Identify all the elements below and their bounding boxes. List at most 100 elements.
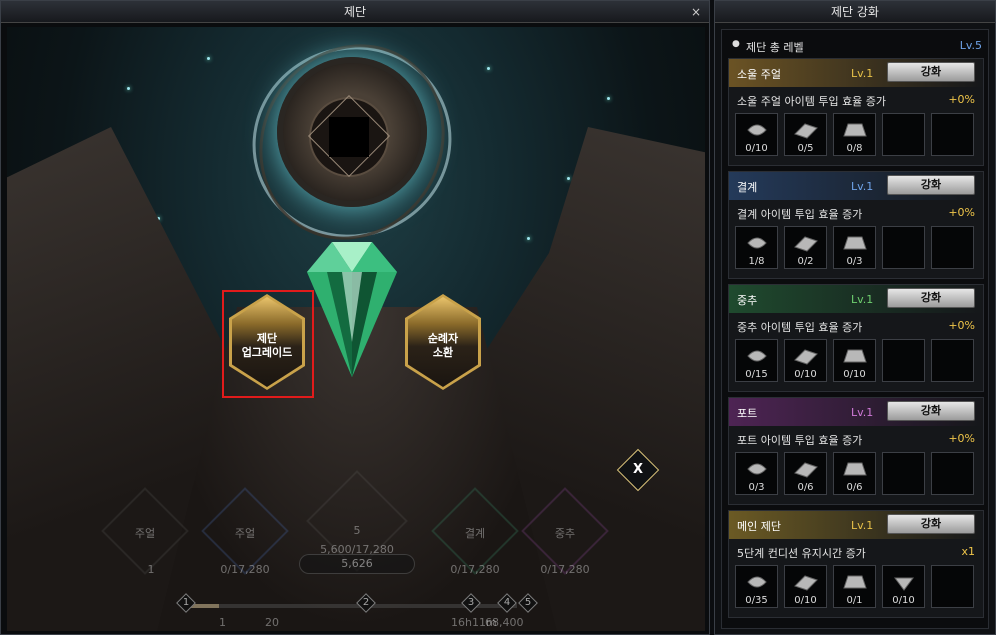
- enhance-button[interactable]: 강화: [887, 175, 975, 195]
- item-icon: [794, 575, 818, 591]
- empty-item-slot[interactable]: [882, 226, 925, 269]
- item-slot[interactable]: 0/1: [833, 565, 876, 608]
- star-decoration: [607, 97, 610, 100]
- item-count: 0/3: [748, 482, 765, 493]
- item-count: 0/10: [892, 595, 915, 606]
- item-count: 0/35: [745, 595, 768, 606]
- slot-label: 중추: [554, 527, 576, 540]
- slot-value: 0/17,280: [540, 563, 590, 576]
- section-bonus: +0%: [948, 93, 975, 106]
- item-slot[interactable]: 0/10: [833, 339, 876, 382]
- enhance-section: 소울 주얼 Lv.1 강화 소울 주얼 아이템 투입 효율 증가 +0% 0/10 0/5 0…: [728, 58, 984, 166]
- item-icon: [747, 350, 767, 362]
- altar-enhance-body: ● 제단 총 레벨 Lv.5 소울 주얼 Lv.1 강화 소울 주얼 아이템 투입 효…: [721, 29, 989, 629]
- item-slot[interactable]: 0/35: [735, 565, 778, 608]
- section-name: 메인 제단: [737, 520, 781, 533]
- item-icon: [747, 463, 767, 475]
- item-icon: [843, 123, 867, 137]
- section-name: 포트: [737, 407, 758, 420]
- section-level: Lv.1: [851, 180, 874, 193]
- center-value: 5,626: [299, 554, 415, 574]
- star-decoration: [567, 177, 570, 180]
- section-name: 결계: [737, 181, 758, 194]
- section-description: 중추 아이템 투입 효율 증가: [737, 321, 863, 334]
- item-slot[interactable]: 0/15: [735, 339, 778, 382]
- enhance-button[interactable]: 강화: [887, 62, 975, 82]
- total-level-label: 제단 총 레벨: [746, 41, 804, 54]
- slot-label: 5: [353, 524, 361, 537]
- item-icon: [843, 349, 867, 363]
- item-icon: [843, 462, 867, 476]
- empty-item-slot[interactable]: [931, 565, 974, 608]
- empty-item-slot[interactable]: [931, 452, 974, 495]
- slot-label: 주얼: [134, 527, 156, 540]
- item-count: 0/8: [846, 143, 863, 154]
- slot-value: 1: [147, 563, 155, 576]
- item-count: 0/10: [794, 595, 817, 606]
- item-count: 0/10: [745, 143, 768, 154]
- item-icon: [894, 577, 914, 591]
- enhance-section: 포트 Lv.1 강화 포트 아이템 투입 효율 증가 +0% 0/3 0/6 0/6: [728, 397, 984, 505]
- altar-window: 제단 × 제단 업그레이드 순례자 소환 X 주얼 1 주얼 0/17,280 …: [0, 0, 710, 635]
- pilgrim-summon-button[interactable]: 순례자 소환: [405, 294, 481, 390]
- section-bonus: +0%: [948, 319, 975, 332]
- item-slot[interactable]: 1/8: [735, 226, 778, 269]
- altar-scene: 제단 업그레이드 순례자 소환 X 주얼 1 주얼 0/17,280 5 5,6…: [7, 27, 705, 631]
- item-slot[interactable]: 0/6: [784, 452, 827, 495]
- item-slot[interactable]: 0/8: [833, 113, 876, 156]
- altar-window-title: 제단: [343, 5, 367, 19]
- item-slot[interactable]: 0/10: [784, 339, 827, 382]
- empty-item-slot[interactable]: [931, 226, 974, 269]
- item-count: 0/15: [745, 369, 768, 380]
- section-name: 중추: [737, 294, 758, 307]
- item-count: 0/6: [797, 482, 814, 493]
- total-level-row: ● 제단 총 레벨 Lv.5: [728, 36, 984, 56]
- empty-item-slot[interactable]: [882, 339, 925, 382]
- section-description: 5단계 컨디션 유지시간 증가: [737, 547, 866, 560]
- item-slot[interactable]: 0/3: [833, 226, 876, 269]
- section-level: Lv.1: [851, 519, 874, 532]
- enhance-button[interactable]: 강화: [887, 401, 975, 421]
- section-header: 결계 Lv.1 강화: [729, 172, 983, 200]
- close-x-label: X: [632, 462, 644, 477]
- item-count: 0/2: [797, 256, 814, 267]
- item-slot[interactable]: 0/6: [833, 452, 876, 495]
- empty-item-slot[interactable]: [882, 113, 925, 156]
- section-level: Lv.1: [851, 406, 874, 419]
- section-header: 메인 제단 Lv.1 강화: [729, 511, 983, 539]
- item-slot[interactable]: 0/10: [882, 565, 925, 608]
- summon-line-2: 소환: [432, 346, 454, 359]
- item-slot[interactable]: 0/2: [784, 226, 827, 269]
- enhance-button[interactable]: 강화: [887, 288, 975, 308]
- close-icon[interactable]: ×: [691, 1, 701, 23]
- bottom-text: 1: [219, 616, 226, 629]
- item-slot[interactable]: 0/3: [735, 452, 778, 495]
- summon-line-1: 순례자: [427, 332, 459, 345]
- slot-value: 0/17,280: [450, 563, 500, 576]
- altar-enhance-window: 제단 강화 ● 제단 총 레벨 Lv.5 소울 주얼 Lv.1 강화 소울 주얼 아이…: [714, 0, 996, 635]
- section-description: 포트 아이템 투입 효율 증가: [737, 434, 863, 447]
- empty-item-slot[interactable]: [882, 452, 925, 495]
- star-decoration: [527, 237, 530, 240]
- item-slot[interactable]: 0/10: [735, 113, 778, 156]
- item-count: 0/10: [794, 369, 817, 380]
- section-level: Lv.1: [851, 67, 874, 80]
- empty-item-slot[interactable]: [931, 339, 974, 382]
- section-name: 소울 주얼: [737, 68, 781, 81]
- item-slot[interactable]: 0/10: [784, 565, 827, 608]
- empty-item-slot[interactable]: [931, 113, 974, 156]
- item-count: 0/6: [846, 482, 863, 493]
- item-slot[interactable]: 0/5: [784, 113, 827, 156]
- slot-label: 결계: [464, 527, 486, 540]
- star-decoration: [487, 67, 490, 70]
- section-description: 결계 아이템 투입 효율 증가: [737, 208, 863, 221]
- enhance-button[interactable]: 강화: [887, 514, 975, 534]
- item-icon: [747, 124, 767, 136]
- section-bonus: +0%: [948, 206, 975, 219]
- altar-window-titlebar: 제단 ×: [1, 1, 709, 23]
- section-description: 소울 주얼 아이템 투입 효율 증가: [737, 95, 887, 108]
- enhance-section: 결계 Lv.1 강화결계 아이템 투입 효율 증가 +0% 1/8 0/2 0/3: [728, 171, 984, 279]
- bottom-text: 20: [265, 616, 279, 629]
- portal-core: [329, 117, 369, 157]
- total-level-value: Lv.5: [959, 39, 982, 52]
